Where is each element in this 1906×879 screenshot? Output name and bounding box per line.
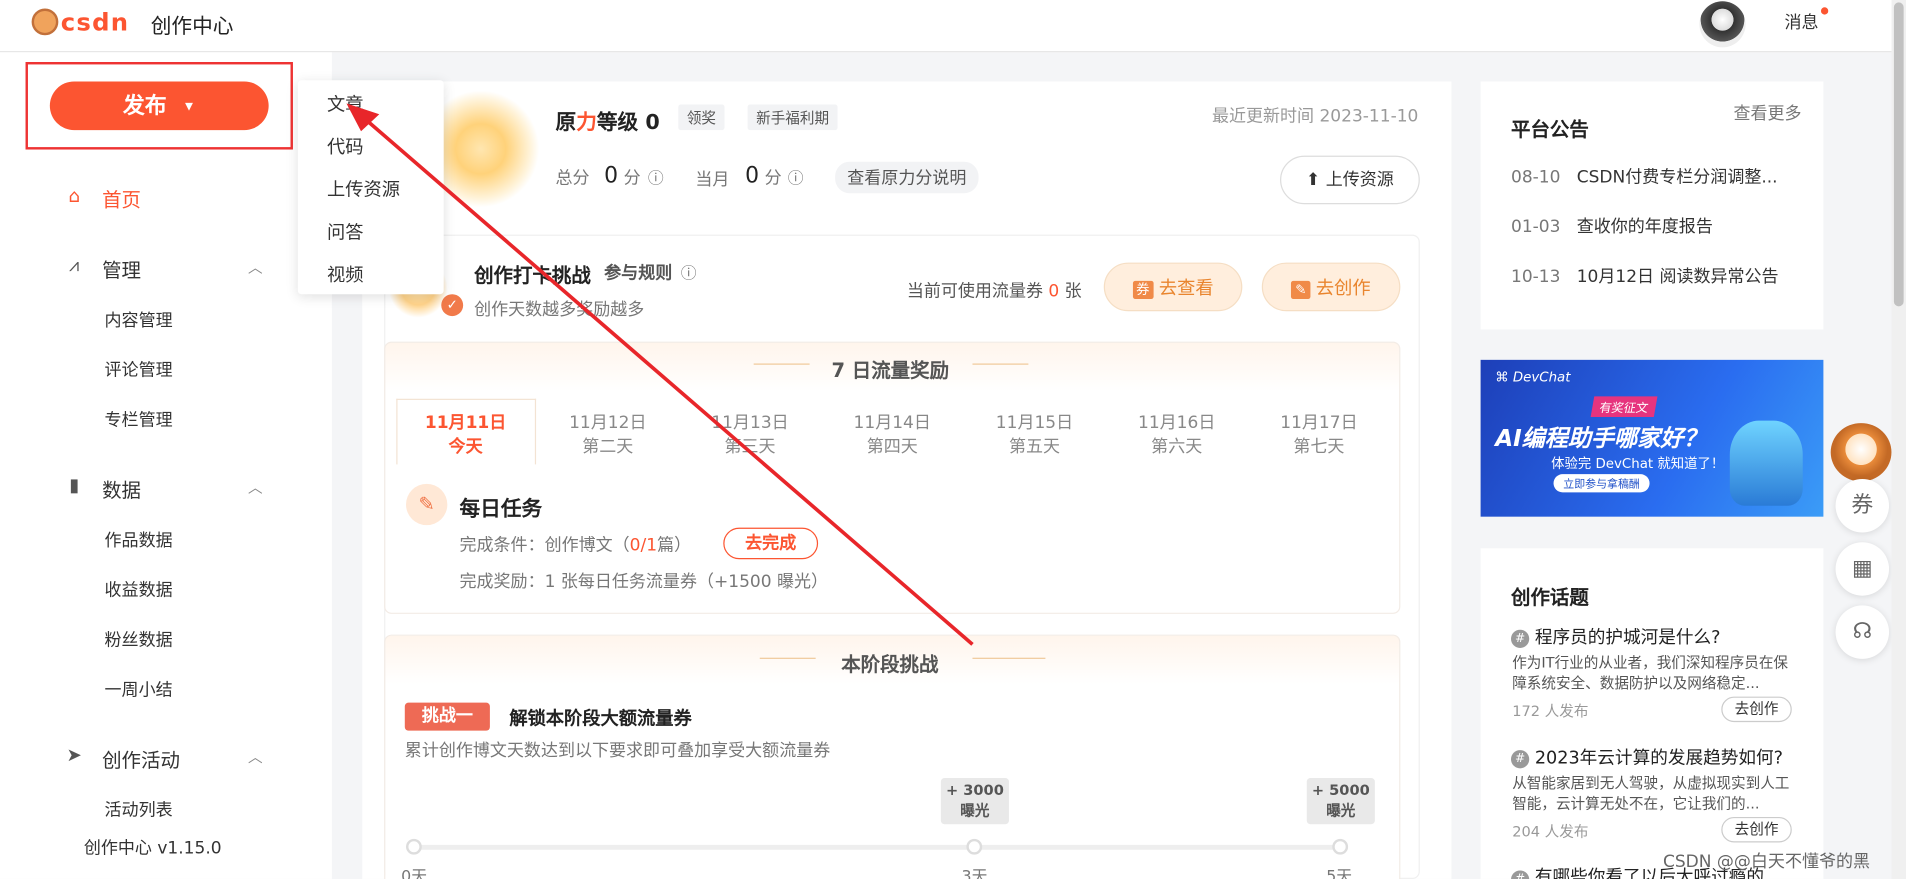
arrow-line bbox=[359, 114, 974, 646]
watermark: CSDN @@白天不懂爷的黑 bbox=[1662, 852, 1871, 872]
annotation-arrow bbox=[346, 103, 974, 646]
